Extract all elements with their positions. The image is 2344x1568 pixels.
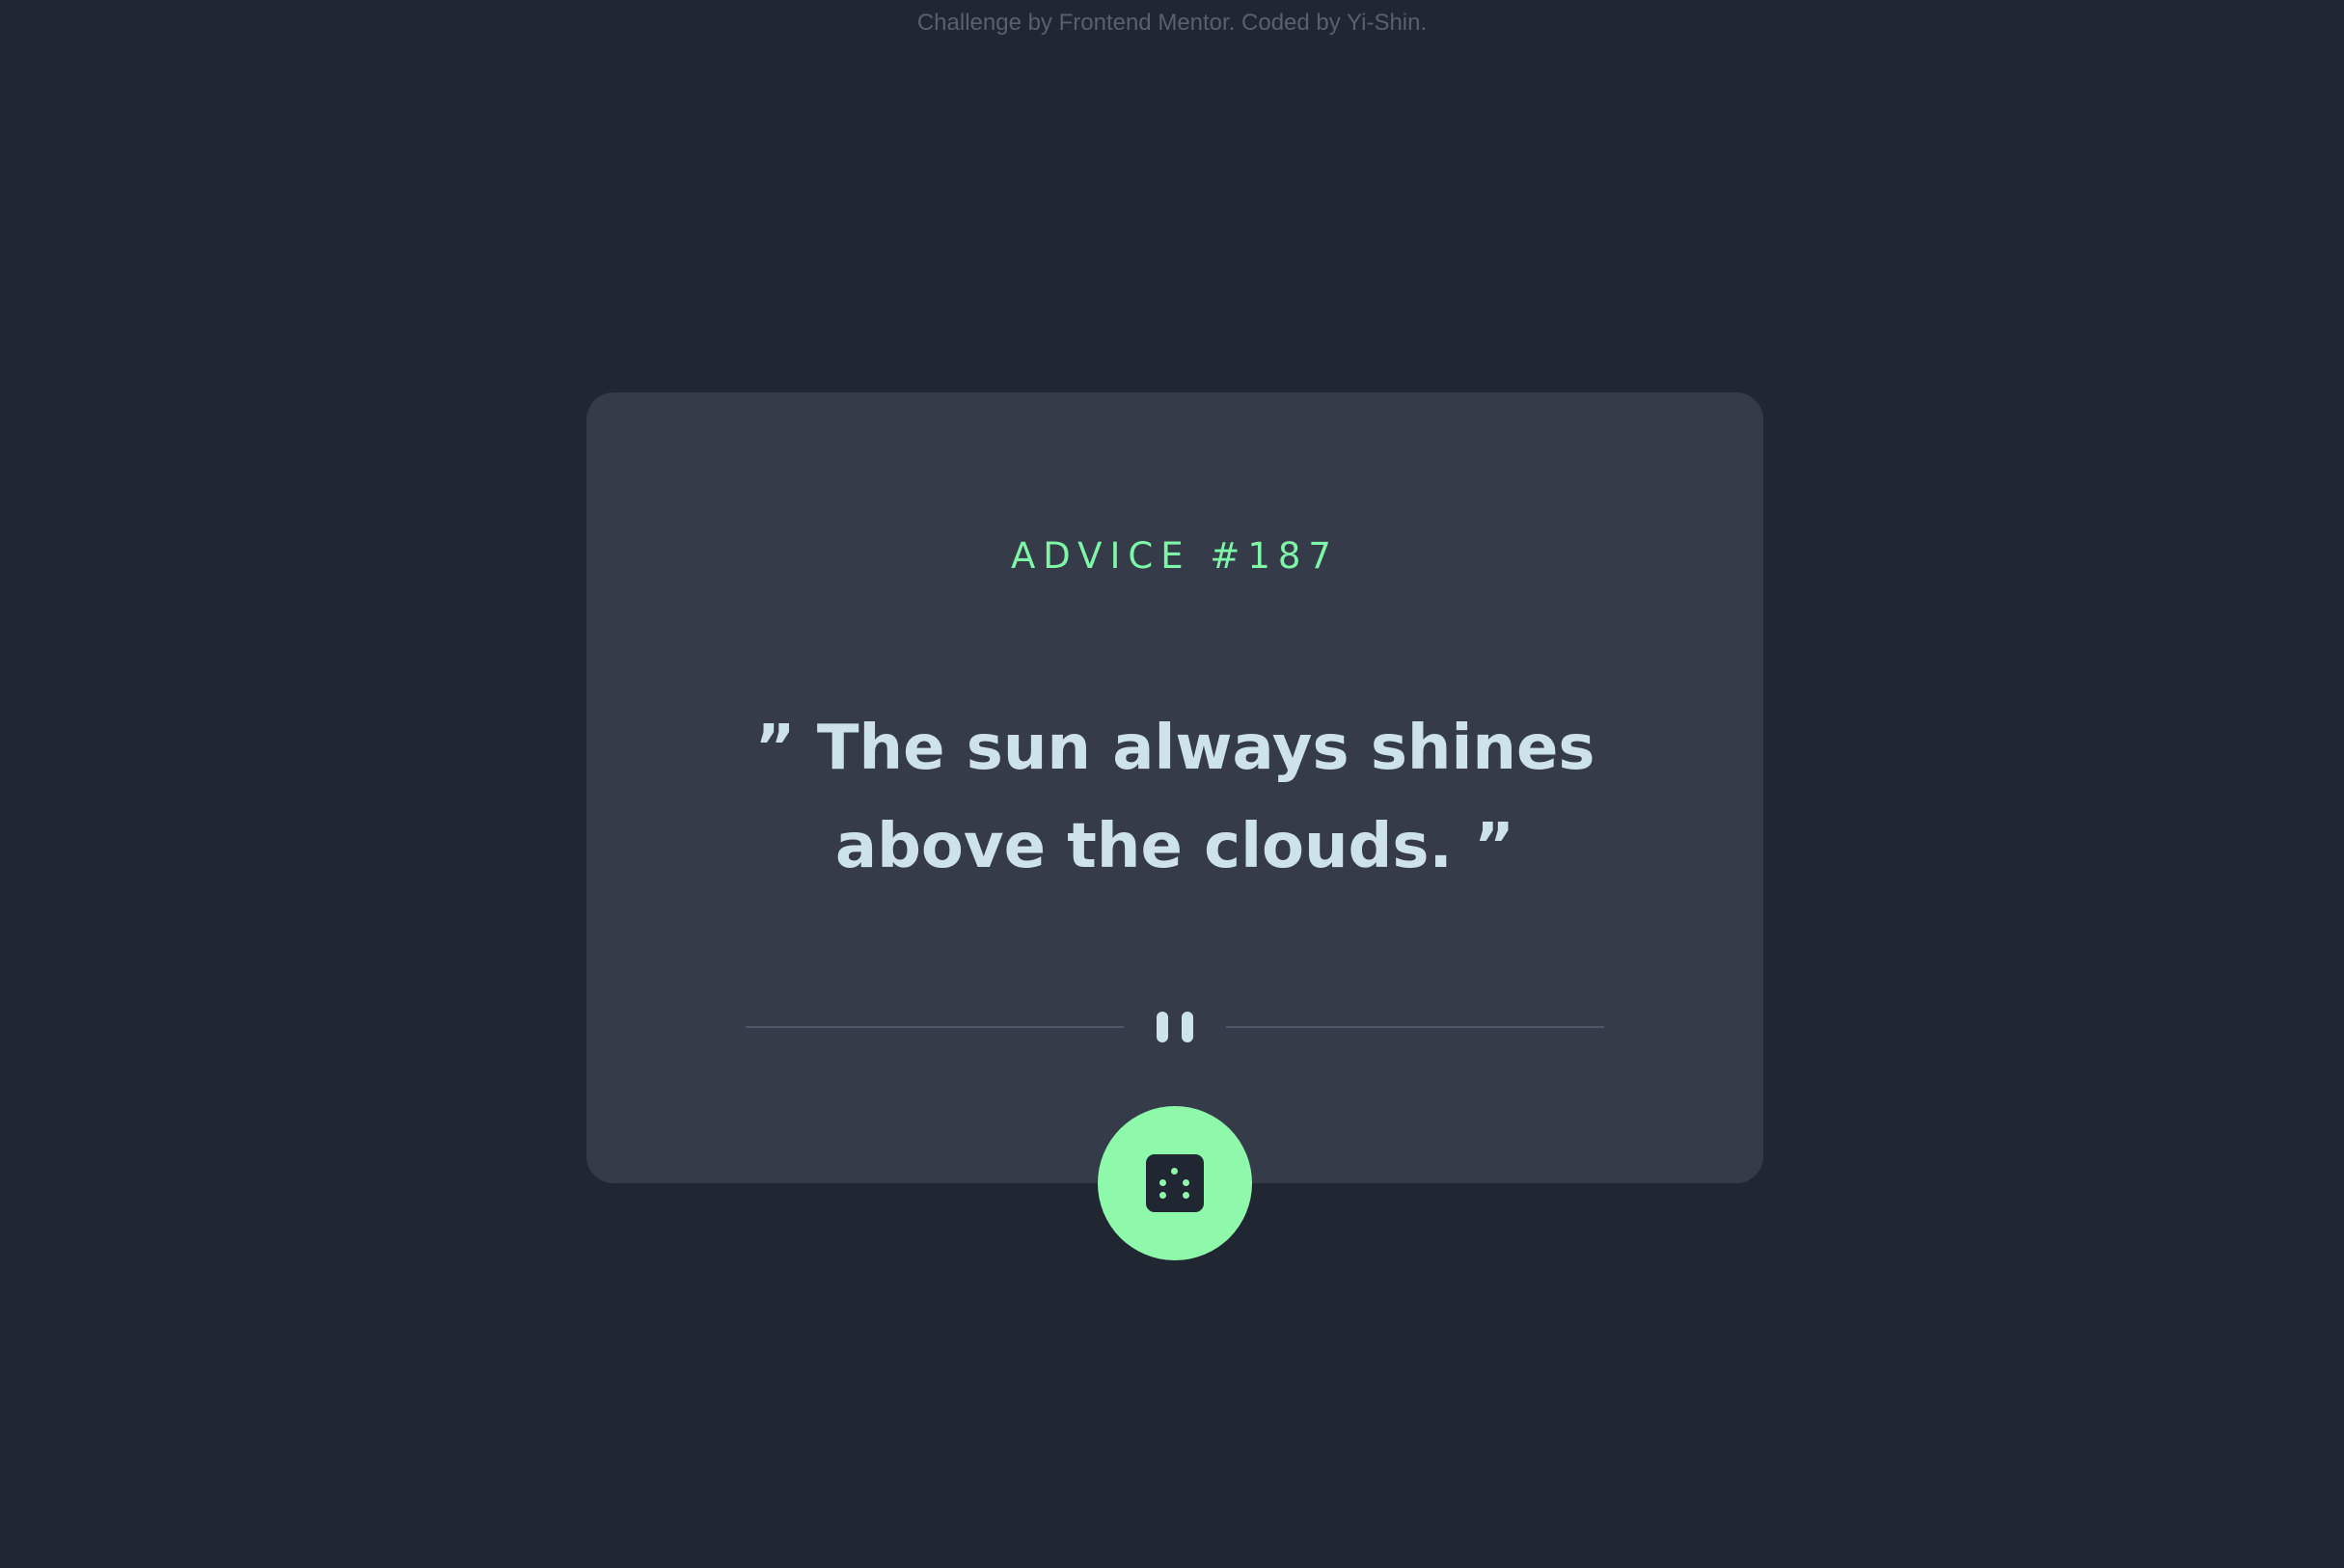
- advice-id-label: ADVICE #187: [1011, 535, 1339, 577]
- new-advice-button[interactable]: [1098, 1106, 1252, 1260]
- divider-line-left: [746, 1026, 1124, 1028]
- pause-icon: [1153, 1012, 1197, 1042]
- divider-line-right: [1226, 1026, 1604, 1028]
- advice-card: ADVICE #187 ” The sun always shines abov…: [586, 392, 1763, 1183]
- dice-icon: [1146, 1154, 1204, 1212]
- advice-quote: ” The sun always shines above the clouds…: [754, 713, 1595, 882]
- page: Challenge by Frontend Mentor. Coded by Y…: [0, 0, 2344, 1568]
- attribution-text: Challenge by Frontend Mentor. Coded by Y…: [916, 10, 1428, 36]
- pattern-divider: [746, 1008, 1604, 1046]
